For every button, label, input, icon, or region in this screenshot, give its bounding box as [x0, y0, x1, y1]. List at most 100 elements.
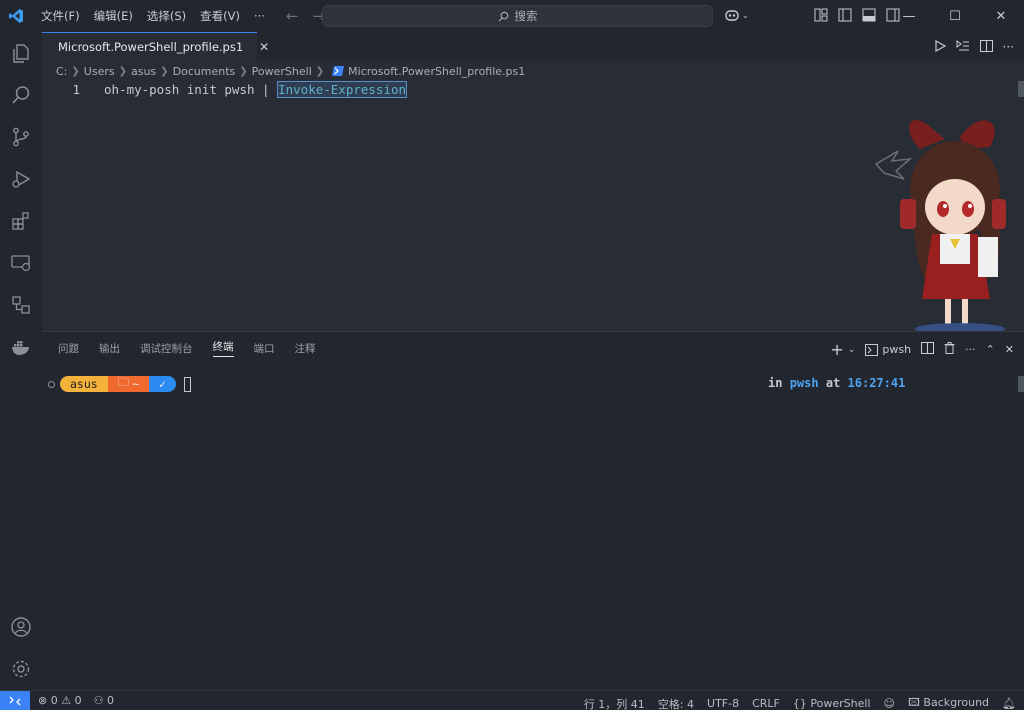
language-mode[interactable]: {} PowerShell [793, 697, 871, 710]
source-control-icon[interactable] [0, 116, 42, 158]
tab-ports[interactable]: 端口 [254, 341, 275, 356]
warning-count: 0 [74, 694, 82, 707]
folder-icon: 🗀 [117, 374, 130, 389]
maximize-icon[interactable]: ☐ [932, 0, 978, 32]
terminal-prompt: asus 🗀 ~ ✓ [48, 374, 192, 392]
docker-icon[interactable] [0, 326, 42, 368]
tab-problems[interactable]: 问题 [58, 341, 79, 356]
error-count: 0 [50, 694, 58, 707]
chevron-right-icon: ❯ [239, 65, 248, 77]
encoding[interactable]: UTF-8 [707, 697, 739, 710]
tab-comments[interactable]: 注释 [295, 341, 316, 356]
chevron-right-icon: ❯ [160, 65, 169, 77]
back-arrow-icon[interactable]: ← [286, 7, 299, 25]
background-status[interactable]: 🖾 Background [908, 694, 989, 710]
more-actions-icon[interactable]: ··· [1003, 40, 1014, 55]
prompt-at: at [825, 376, 841, 390]
explorer-icon[interactable] [0, 32, 42, 74]
extensions-icon[interactable] [0, 200, 42, 242]
tab-output[interactable]: 输出 [99, 341, 120, 356]
broadcast-icon: ⚇ [93, 694, 104, 707]
braces-icon: {} [792, 697, 807, 710]
bottom-panel: 问题 输出 调试控制台 终端 端口 注释 + ⌄ pwsh ··· ⌃ ✕ as… [42, 331, 1024, 690]
split-terminal-icon[interactable] [921, 342, 935, 357]
search-placeholder: 搜索 [514, 9, 538, 23]
close-tab-icon[interactable]: ✕ [259, 40, 269, 54]
end-of-line[interactable]: CRLF [752, 697, 780, 710]
chevron-right-icon: ❯ [71, 65, 80, 77]
prompt-path-segment: 🗀 ~ [107, 374, 150, 392]
testing-icon[interactable] [0, 284, 42, 326]
tab-profile[interactable]: Microsoft.PowerShell_profile.ps1 ✕ [42, 32, 269, 61]
breadcrumb: C: ❯ Users ❯ asus ❯ Documents ❯ PowerShe… [42, 61, 1024, 81]
settings-gear-icon[interactable] [0, 648, 42, 690]
toggle-panel-icon[interactable] [862, 8, 878, 22]
prompt-time: 16:27:41 [847, 376, 906, 390]
more-actions-icon[interactable]: ··· [965, 343, 976, 356]
menu-more[interactable]: ··· [247, 0, 272, 32]
cursor-position[interactable]: 行 1，列 41 [584, 696, 645, 710]
close-window-icon[interactable]: ✕ [978, 0, 1024, 32]
code-line: 1 oh-my-posh init pwsh | Invoke-Expressi… [42, 81, 408, 98]
remote-explorer-icon[interactable] [0, 242, 42, 284]
copilot-button[interactable]: ⌄ [724, 8, 749, 22]
breadcrumb-users[interactable]: Users [84, 65, 115, 78]
warning-icon: ⚠ [61, 694, 72, 707]
ports-status[interactable]: ⚇ 0 [94, 694, 114, 707]
kill-terminal-icon[interactable] [944, 342, 955, 357]
menu-selection[interactable]: 选择(S) [140, 0, 193, 32]
terminal-scrollbar[interactable] [1018, 376, 1024, 392]
vscode-logo-icon [0, 0, 32, 32]
new-terminal-icon[interactable]: + [830, 340, 843, 359]
breadcrumb-asus[interactable]: asus [131, 65, 156, 78]
search-icon [498, 11, 508, 21]
breadcrumb-file[interactable]: Microsoft.PowerShell_profile.ps1 [348, 65, 525, 78]
command-center-search[interactable]: 搜索 [322, 5, 713, 27]
notifications-bell-icon[interactable]: 🔔︎ [1002, 697, 1016, 710]
menu-edit[interactable]: 编辑(E) [87, 0, 140, 32]
tab-terminal[interactable]: 终端 [212, 339, 234, 357]
toggle-primary-sidebar-icon[interactable] [838, 8, 854, 22]
customize-layout-icon[interactable] [814, 8, 830, 22]
menu-bar: 文件(F) 编辑(E) 选择(S) 查看(V) ··· [34, 0, 272, 32]
search-sidebar-icon[interactable] [0, 74, 42, 116]
close-panel-icon[interactable]: ✕ [1005, 343, 1014, 356]
maximize-panel-icon[interactable]: ⌃ [986, 343, 995, 356]
breadcrumb-drive[interactable]: C: [56, 65, 67, 78]
chevron-right-icon: ❯ [315, 65, 325, 77]
run-debug-icon[interactable] [0, 158, 42, 200]
terminal-shell-selector[interactable]: pwsh [865, 343, 911, 356]
status-bar: ⊗ 0 ⚠ 0 ⚇ 0 行 1，列 41 空格: 4 UTF-8 CRLF {}… [0, 690, 1024, 710]
minimize-icon[interactable]: — [886, 0, 932, 32]
chevron-down-icon[interactable]: ⌄ [848, 345, 856, 355]
problems-status[interactable]: ⊗ 0 ⚠ 0 [38, 694, 82, 707]
editor-tabs: Microsoft.PowerShell_profile.ps1 ✕ ··· [42, 32, 1024, 61]
image-icon: 🖾 [907, 696, 920, 709]
prompt-path: ~ [132, 377, 140, 391]
remote-indicator-icon[interactable] [0, 691, 30, 710]
prompt-status-segment: ✓ [149, 376, 177, 392]
background-character-image [874, 119, 1006, 331]
breadcrumb-powershell[interactable]: PowerShell [252, 65, 312, 78]
chevron-right-icon: ❯ [118, 65, 127, 77]
ports-count: 0 [106, 694, 114, 707]
copilot-status-icon[interactable]: ☺ [883, 697, 894, 710]
run-selection-icon[interactable] [956, 40, 970, 55]
menu-file[interactable]: 文件(F) [34, 0, 87, 32]
menu-view[interactable]: 查看(V) [193, 0, 247, 32]
tab-debug-console[interactable]: 调试控制台 [140, 341, 193, 356]
indentation[interactable]: 空格: 4 [658, 696, 694, 710]
accounts-icon[interactable] [0, 606, 42, 648]
shell-label: pwsh [882, 343, 912, 356]
code-editor[interactable]: 1 oh-my-posh init pwsh | Invoke-Expressi… [42, 81, 1024, 331]
breadcrumb-documents[interactable]: Documents [173, 65, 236, 78]
terminal-icon [865, 343, 879, 356]
selected-text: Invoke-Expression [277, 81, 408, 98]
run-icon[interactable] [934, 39, 946, 55]
scrollbar[interactable] [1018, 81, 1024, 97]
prompt-in: in [768, 376, 783, 390]
code-text: oh-my-posh init pwsh | [104, 81, 278, 97]
error-icon: ⊗ [38, 694, 48, 707]
split-editor-icon[interactable] [979, 40, 993, 55]
chevron-down-icon: ⌄ [742, 10, 749, 20]
